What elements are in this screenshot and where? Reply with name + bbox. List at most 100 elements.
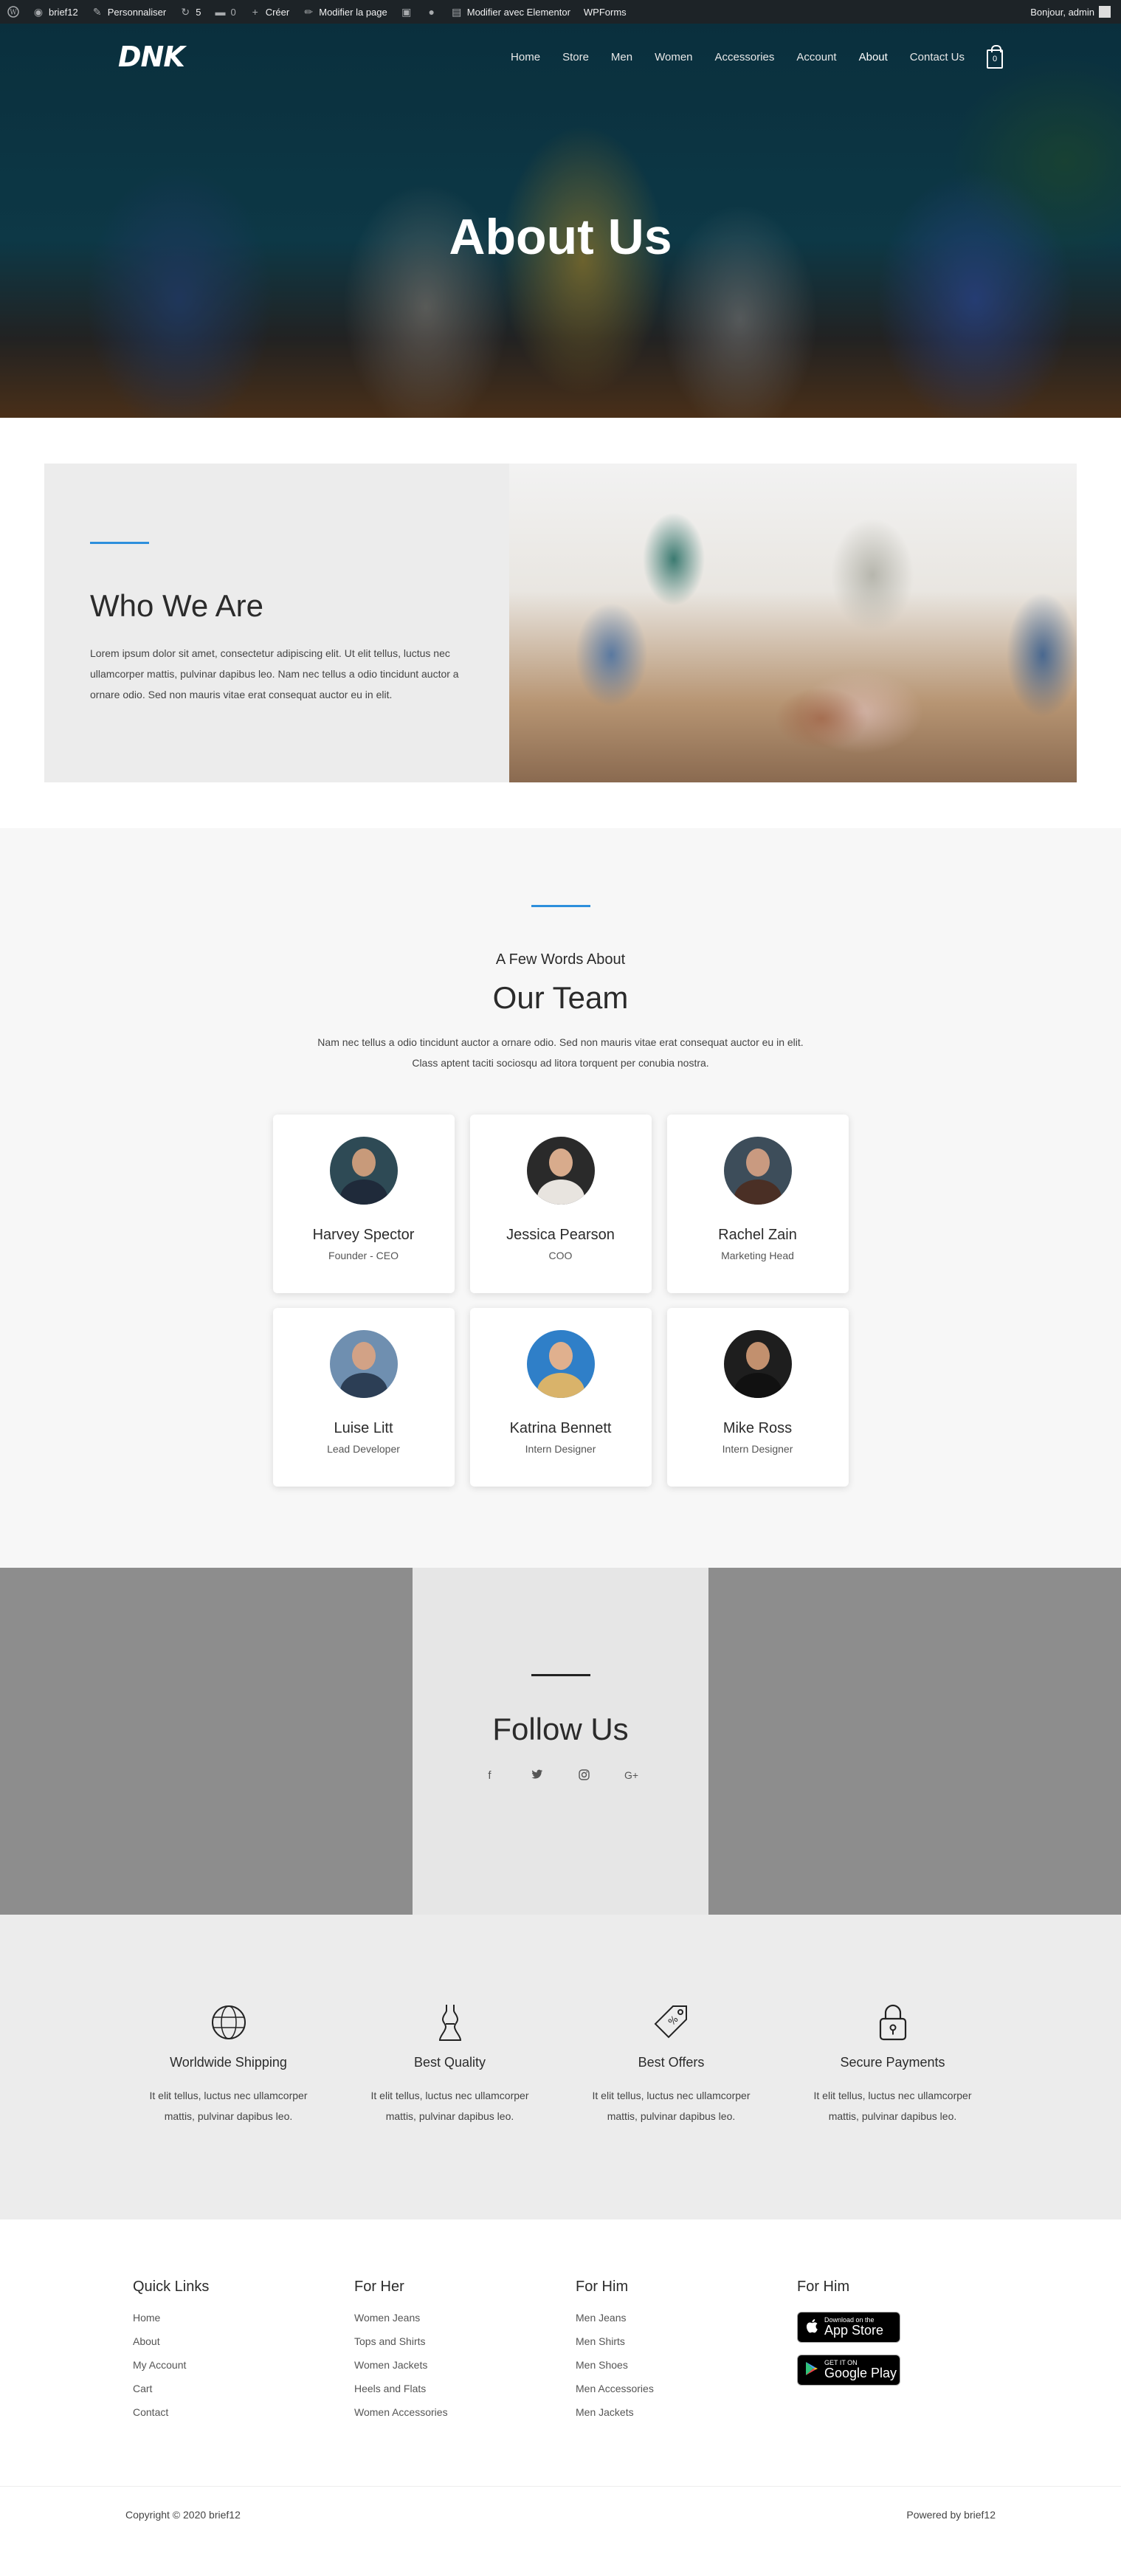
site-logo[interactable]: DNK (118, 41, 185, 73)
footer-quick-links: Quick Links Home About My Account Cart C… (133, 2279, 354, 2486)
admin-site-name[interactable]: ◉ brief12 (32, 6, 78, 18)
comment-icon: ▬ (215, 6, 226, 18)
footer-link-home[interactable]: Home (133, 2312, 354, 2324)
nav-men[interactable]: Men (611, 51, 632, 63)
admin-comments-count: 0 (230, 6, 236, 18)
twitter-icon[interactable] (528, 1769, 546, 1783)
instagram-icon[interactable] (576, 1769, 593, 1783)
feature-title: Best Offers (638, 2055, 705, 2070)
svg-text:W: W (10, 10, 17, 17)
google-play-button[interactable]: GET IT ON Google Play (797, 2355, 900, 2386)
footer-link-heels-flats[interactable]: Heels and Flats (354, 2383, 576, 2394)
footer-for-her: For Her Women Jeans Tops and Shirts Wome… (354, 2279, 576, 2486)
cart-icon[interactable]: 0 (987, 45, 1003, 69)
footer-link-men-jeans[interactable]: Men Jeans (576, 2312, 797, 2324)
google-play-big: Google Play (824, 2366, 897, 2381)
nav-accessories[interactable]: Accessories (715, 51, 775, 63)
accent-divider (90, 541, 149, 544)
footer-link-my-account[interactable]: My Account (133, 2359, 354, 2371)
team-subtitle: A Few Words About (495, 951, 626, 968)
admin-updates[interactable]: ↻ 5 (179, 6, 201, 18)
admin-customize-label: Personnaliser (107, 6, 167, 18)
nav-contact[interactable]: Contact Us (910, 51, 965, 63)
app-store-big: App Store (824, 2323, 884, 2338)
google-plus-icon[interactable]: G+ (623, 1769, 641, 1783)
app-store-text: Download on the App Store (824, 2316, 884, 2338)
plugin-icon: ▣ (401, 5, 412, 18)
footer-link-contact[interactable]: Contact (133, 2406, 354, 2418)
admin-greeting: Bonjour, admin (1030, 6, 1094, 18)
team-description-line-1: Nam nec tellus a odio tincidunt auctor a… (317, 1036, 804, 1048)
footer-link-women-accessories[interactable]: Women Accessories (354, 2406, 576, 2418)
team-card: Harvey Spector Founder - CEO (272, 1115, 455, 1293)
nav-account[interactable]: Account (796, 51, 836, 63)
site-header: DNK Home Store Men Women Accessories Acc… (0, 24, 1121, 90)
member-role: Intern Designer (525, 1443, 596, 1455)
avatar (329, 1137, 398, 1205)
admin-status-dot[interactable]: ● (426, 6, 438, 18)
footer-link-tops-shirts[interactable]: Tops and Shirts (354, 2335, 576, 2347)
who-we-are-body: Lorem ipsum dolor sit amet, consectetur … (90, 647, 459, 700)
admin-new-label: Créer (265, 6, 290, 18)
admin-elementor[interactable]: ▤ Modifier avec Elementor (451, 6, 570, 18)
footer-link-men-accessories[interactable]: Men Accessories (576, 2383, 797, 2394)
footer-heading: For Him (797, 2279, 850, 2295)
member-role: Intern Designer (722, 1443, 793, 1455)
who-we-are-section: Who We Are Lorem ipsum dolor sit amet, c… (0, 418, 1121, 828)
feature-body: It elit tellus, luctus nec ullamcorper m… (370, 2090, 529, 2122)
admin-plugin-button[interactable]: ▣ (401, 6, 413, 18)
social-links: f G+ (413, 1769, 708, 1783)
footer-columns: Quick Links Home About My Account Cart C… (0, 2219, 1121, 2486)
footer-link-men-shirts[interactable]: Men Shirts (576, 2335, 797, 2347)
admin-account[interactable]: Bonjour, admin (1030, 6, 1111, 18)
admin-site-label: brief12 (49, 6, 78, 18)
team-card: Rachel Zain Marketing Head (666, 1115, 849, 1293)
globe-icon (118, 2002, 339, 2043)
nav-home[interactable]: Home (511, 51, 540, 63)
admin-edit-page[interactable]: ✏ Modifier la page (303, 6, 387, 18)
nav-women[interactable]: Women (655, 51, 692, 63)
footer-bottom-bar: Copyright © 2020 brief12 Powered by brie… (0, 2486, 1121, 2543)
features-section: Worldwide Shipping It elit tellus, luctu… (0, 1915, 1121, 2219)
avatar (526, 1330, 595, 1398)
admin-new-content[interactable]: + Créer (249, 6, 290, 18)
feature-item: Worldwide Shipping It elit tellus, luctu… (118, 2002, 339, 2219)
nav-store[interactable]: Store (562, 51, 589, 63)
facebook-icon[interactable]: f (481, 1769, 499, 1783)
admin-customize[interactable]: ✎ Personnaliser (92, 5, 167, 18)
team-card: Jessica Pearson COO (469, 1115, 652, 1293)
page-title: About Us (449, 209, 672, 265)
footer-link-cart[interactable]: Cart (133, 2383, 354, 2394)
hero-section: DNK Home Store Men Women Accessories Acc… (0, 24, 1121, 418)
admin-comments[interactable]: ▬ 0 (214, 6, 235, 18)
footer-apps: For Him Download on the App Store GET IT… (797, 2279, 1018, 2486)
who-we-are-title: Who We Are (90, 588, 263, 623)
avatar (723, 1330, 792, 1398)
member-name: Luise Litt (334, 1420, 393, 1436)
follow-divider (531, 1674, 590, 1676)
team-accent-divider (531, 905, 590, 907)
member-name: Harvey Spector (312, 1227, 415, 1243)
follow-section: Follow Us f G+ (0, 1568, 1121, 1915)
team-meeting-photo (509, 464, 1077, 782)
footer-link-women-jeans[interactable]: Women Jeans (354, 2312, 576, 2324)
feature-title: Best Quality (413, 2055, 486, 2070)
app-store-button[interactable]: Download on the App Store (797, 2312, 900, 2343)
team-card: Luise Litt Lead Developer (272, 1308, 455, 1487)
footer-link-men-shoes[interactable]: Men Shoes (576, 2359, 797, 2371)
nav-about[interactable]: About (859, 51, 888, 63)
member-role: Marketing Head (721, 1250, 794, 1261)
feature-body: It elit tellus, luctus nec ullamcorper m… (149, 2090, 308, 2122)
copyright-text: Copyright © 2020 brief12 (125, 2509, 241, 2521)
lock-icon (782, 2002, 1004, 2043)
footer-link-men-jackets[interactable]: Men Jackets (576, 2406, 797, 2418)
feature-body: It elit tellus, luctus nec ullamcorper m… (813, 2090, 972, 2122)
elementor-icon: ▤ (452, 5, 462, 18)
admin-wordpress-menu[interactable]: W (7, 6, 19, 18)
footer-link-about[interactable]: About (133, 2335, 354, 2347)
admin-wpforms[interactable]: WPForms (584, 7, 627, 18)
footer-link-women-jackets[interactable]: Women Jackets (354, 2359, 576, 2371)
dashboard-icon: ◉ (33, 5, 44, 18)
feature-title: Secure Payments (840, 2055, 945, 2070)
brush-icon: ✎ (92, 5, 102, 18)
